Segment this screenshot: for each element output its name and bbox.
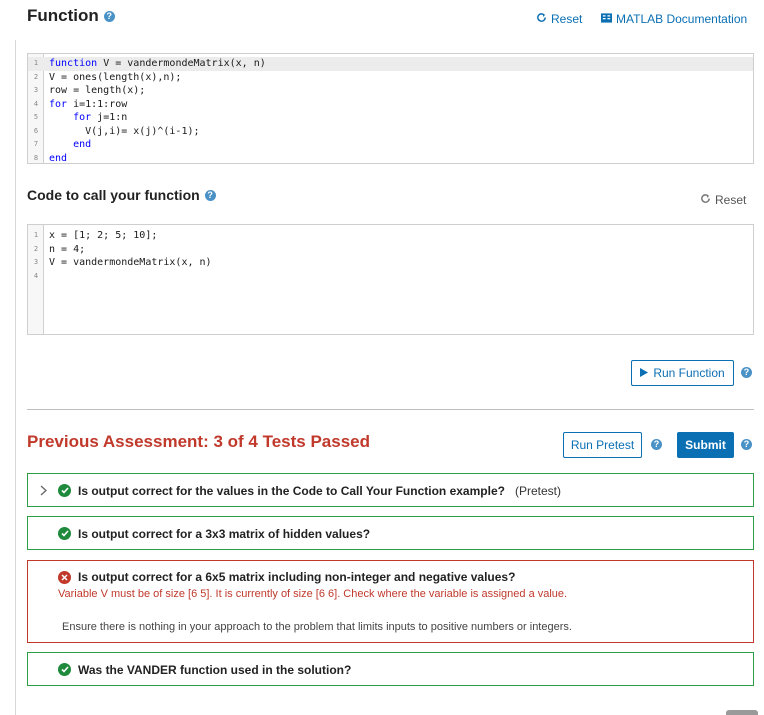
function-reset-label: Reset bbox=[551, 12, 583, 26]
test-label: Is output correct for a 3x3 matrix of hi… bbox=[78, 526, 371, 541]
submit-button[interactable]: Submit bbox=[677, 432, 734, 458]
code-text: row = length(x); bbox=[49, 85, 146, 96]
left-border bbox=[15, 40, 16, 715]
line-number: 3 bbox=[33, 86, 39, 94]
line-number: 6 bbox=[33, 126, 39, 135]
code-text: V = ones(length(x),n); bbox=[49, 71, 182, 83]
hint-message: Ensure there is nothing in your approach… bbox=[62, 621, 572, 633]
code-line[interactable]: 1 x = [1; 2; 5; 10]; bbox=[28, 229, 753, 243]
test-label: Is output correct for a 6x5 matrix inclu… bbox=[78, 570, 516, 584]
check-icon bbox=[58, 663, 71, 676]
code-line[interactable]: 1 function V = vandermondeMatrix(x, n) bbox=[28, 57, 753, 71]
code-text: x = [1; 2; 5; 10]; bbox=[49, 230, 158, 241]
code-text: V(j,i)= x(j)^(i-1); bbox=[49, 125, 200, 137]
check-icon bbox=[58, 527, 71, 540]
matlab-documentation-label: MATLAB Documentation bbox=[616, 12, 748, 26]
test-label: Was the VANDER function used in the solu… bbox=[78, 662, 352, 677]
section-divider bbox=[27, 409, 754, 410]
test-item[interactable]: Was the VANDER function used in the solu… bbox=[27, 652, 754, 686]
function-header: Function ? bbox=[27, 6, 115, 26]
call-reset-label: Reset bbox=[715, 193, 747, 207]
code-line[interactable]: 3 row = length(x); bbox=[28, 84, 753, 98]
test-item-failed[interactable]: Is output correct for a 6x5 matrix inclu… bbox=[27, 560, 754, 643]
code-text: V = vandermondeMatrix(x, n) bbox=[49, 257, 212, 268]
code-text: for j=1:n bbox=[73, 112, 128, 123]
line-number: 4 bbox=[33, 99, 39, 108]
code-line[interactable]: 2 V = ones(length(x),n); bbox=[28, 71, 753, 85]
code-line[interactable]: 3 V = vandermondeMatrix(x, n) bbox=[28, 256, 753, 270]
line-number: 7 bbox=[33, 140, 39, 148]
run-pretest-button[interactable]: Run Pretest bbox=[563, 432, 642, 458]
call-code-editor[interactable]: 1 x = [1; 2; 5; 10]; 2 n = 4; 3 V = vandermon… bbox=[27, 224, 754, 335]
test-item[interactable]: Is output correct for the values in the … bbox=[27, 473, 754, 507]
line-number: 2 bbox=[33, 72, 39, 81]
line-number: 4 bbox=[33, 271, 39, 280]
run-function-button[interactable]: Run Function bbox=[631, 360, 734, 386]
line-number: 3 bbox=[33, 258, 39, 266]
line-number: 1 bbox=[33, 231, 39, 239]
assessment-title: Previous Assessment: 3 of 4 Tests Passed bbox=[27, 432, 370, 451]
code-text: n = 4; bbox=[49, 243, 86, 255]
run-pretest-label: Run Pretest bbox=[570, 438, 635, 452]
function-title: Function bbox=[27, 6, 99, 25]
check-icon bbox=[58, 484, 71, 497]
call-reset-button[interactable]: Reset bbox=[700, 193, 746, 207]
help-icon[interactable]: ? bbox=[741, 367, 752, 378]
function-code-editor[interactable]: 1 function V = vandermondeMatrix(x, n) 2 V … bbox=[27, 53, 754, 164]
code-line[interactable]: 8 end bbox=[28, 152, 753, 166]
test-item[interactable]: Is output correct for a 3x3 matrix of hi… bbox=[27, 516, 754, 550]
matlab-documentation-link[interactable]: MATLAB Documentation bbox=[601, 12, 747, 26]
line-number: 2 bbox=[33, 244, 39, 253]
line-number: 8 bbox=[33, 153, 39, 162]
code-text: end bbox=[73, 139, 92, 150]
function-reset-button[interactable]: Reset bbox=[536, 12, 582, 26]
code-line[interactable]: 6 V(j,i)= x(j)^(i-1); bbox=[28, 125, 753, 139]
line-number: 1 bbox=[33, 59, 39, 67]
help-icon[interactable]: ? bbox=[741, 439, 752, 450]
reset-icon bbox=[536, 12, 547, 26]
chevron-right-icon[interactable] bbox=[28, 485, 58, 496]
play-icon bbox=[640, 366, 649, 380]
line-number: 5 bbox=[33, 113, 39, 121]
help-icon[interactable]: ? bbox=[651, 439, 662, 450]
error-icon bbox=[58, 570, 71, 584]
test-label: Is output correct for the values in the … bbox=[78, 483, 505, 498]
code-line[interactable]: 4 for i=1:1:row bbox=[28, 98, 753, 112]
reset-icon bbox=[700, 193, 711, 207]
run-function-label: Run Function bbox=[653, 366, 725, 380]
code-line[interactable]: 4 bbox=[28, 270, 753, 284]
code-line[interactable]: 2 n = 4; bbox=[28, 243, 753, 257]
book-icon bbox=[601, 12, 612, 26]
submit-label: Submit bbox=[685, 438, 726, 452]
code-text: function V = vandermondeMatrix(x, n) bbox=[49, 58, 266, 69]
code-text: for i=1:1:row bbox=[49, 98, 128, 110]
call-code-header: Code to call your function ? bbox=[27, 187, 216, 203]
call-code-title: Code to call your function bbox=[27, 187, 200, 203]
help-icon[interactable]: ? bbox=[204, 189, 216, 201]
help-icon[interactable]: ? bbox=[103, 10, 115, 22]
scrollbar-thumb[interactable] bbox=[726, 710, 758, 715]
code-line[interactable]: 5 for j=1:n bbox=[28, 111, 753, 125]
code-line[interactable]: 7 end bbox=[28, 138, 753, 152]
pretest-tag: (Pretest) bbox=[514, 483, 561, 498]
error-message: Variable V must be of size [6 5]. It is … bbox=[58, 588, 568, 600]
code-text: end bbox=[49, 152, 68, 164]
